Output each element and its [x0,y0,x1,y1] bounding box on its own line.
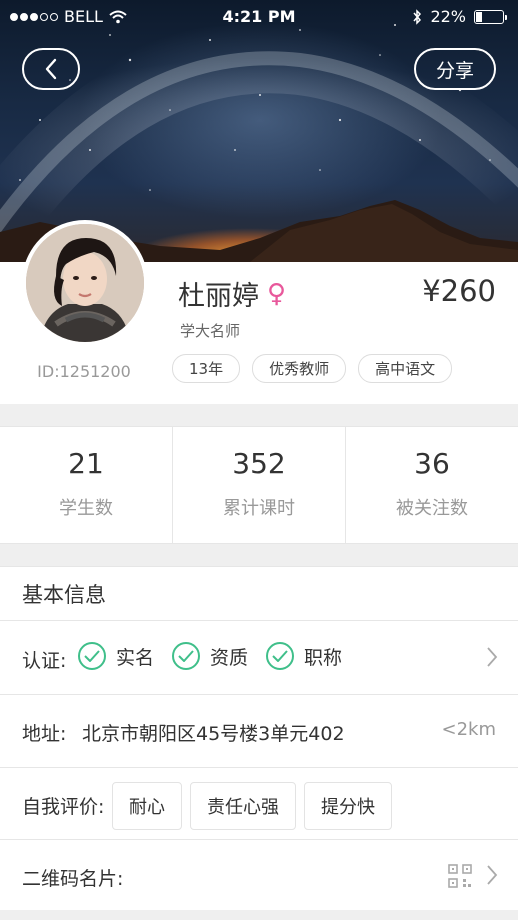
profile-tag: 13年 [172,354,241,383]
stat-label: 被关注数 [396,498,468,519]
stat-lesson-hours[interactable]: 352 累计课时 [173,427,346,543]
back-button[interactable] [22,48,80,90]
chevron-right-icon [487,865,498,885]
row-label: 自我评价: [22,796,105,818]
cert-list: 实名 资质 职称 [78,642,342,670]
row-label: 二维码名片: [22,868,124,890]
price: ¥260 [422,274,496,308]
cert-label: 实名 [116,646,155,669]
row-label: 地址: [22,723,67,745]
battery-icon [474,9,507,24]
evaluation-tag: 耐心 [112,782,182,830]
chevron-right-icon [487,647,498,667]
qr-code-icon [448,864,472,888]
check-circle-icon [172,642,201,670]
battery-percent: 22% [430,7,466,26]
stats-bar: 21 学生数 352 累计课时 36 被关注数 [0,426,518,544]
bluetooth-icon [413,8,422,25]
qr-card-row[interactable]: 二维码名片: [0,840,518,911]
distance-label: <2km [441,719,497,740]
stat-followers[interactable]: 36 被关注数 [346,427,518,543]
evaluation-tags: 耐心 责任心强 提分快 [112,782,392,830]
profile-tag: 优秀教师 [252,354,347,383]
user-id: ID:1251200 [37,362,131,381]
stat-value: 36 [414,447,450,480]
address-row[interactable]: 地址: 北京市朝阳区45号楼3单元402 <2km [0,695,518,768]
stat-label: 累计课时 [223,498,295,519]
teacher-name-row: 杜丽婷 ♀ [178,274,286,313]
row-label: 认证: [22,650,67,672]
address-text: 北京市朝阳区45号楼3单元402 [82,723,345,745]
stat-students[interactable]: 21 学生数 [0,427,173,543]
battery-level [476,11,482,22]
basic-info-section: 基本信息 认证: 实名 资质 职称 地址: 北京市朝阳区45号楼3单元402 <… [0,566,518,910]
certification-row[interactable]: 认证: 实名 资质 职称 [0,622,518,695]
profile-tags: 13年 优秀教师 高中语文 [172,354,453,383]
female-icon: ♀ [267,278,287,309]
self-evaluation-row: 自我评价: 耐心 责任心强 提分快 [0,768,518,840]
share-button[interactable]: 分享 [414,48,496,90]
cert-label: 资质 [210,646,249,669]
cert-item: 资质 [172,642,248,670]
chevron-left-icon [45,58,57,80]
cert-label: 职称 [304,646,343,669]
evaluation-tag: 提分快 [304,782,392,830]
teacher-portrait [26,224,144,342]
evaluation-tag: 责任心强 [190,782,296,830]
cert-item: 职称 [266,642,342,670]
teacher-name: 杜丽婷 [178,281,259,312]
profile-tag: 高中语文 [358,354,453,383]
cert-item: 实名 [78,642,154,670]
section-title: 基本信息 [0,567,518,621]
teacher-title: 学大名师 [180,322,241,340]
check-circle-icon [78,642,106,670]
avatar[interactable] [22,220,148,346]
stat-value: 21 [68,447,104,480]
check-circle-icon [266,642,295,670]
status-bar: BELL 4:21 PM 22% [0,0,518,34]
stat-value: 352 [232,447,286,480]
stat-label: 学生数 [59,498,113,519]
